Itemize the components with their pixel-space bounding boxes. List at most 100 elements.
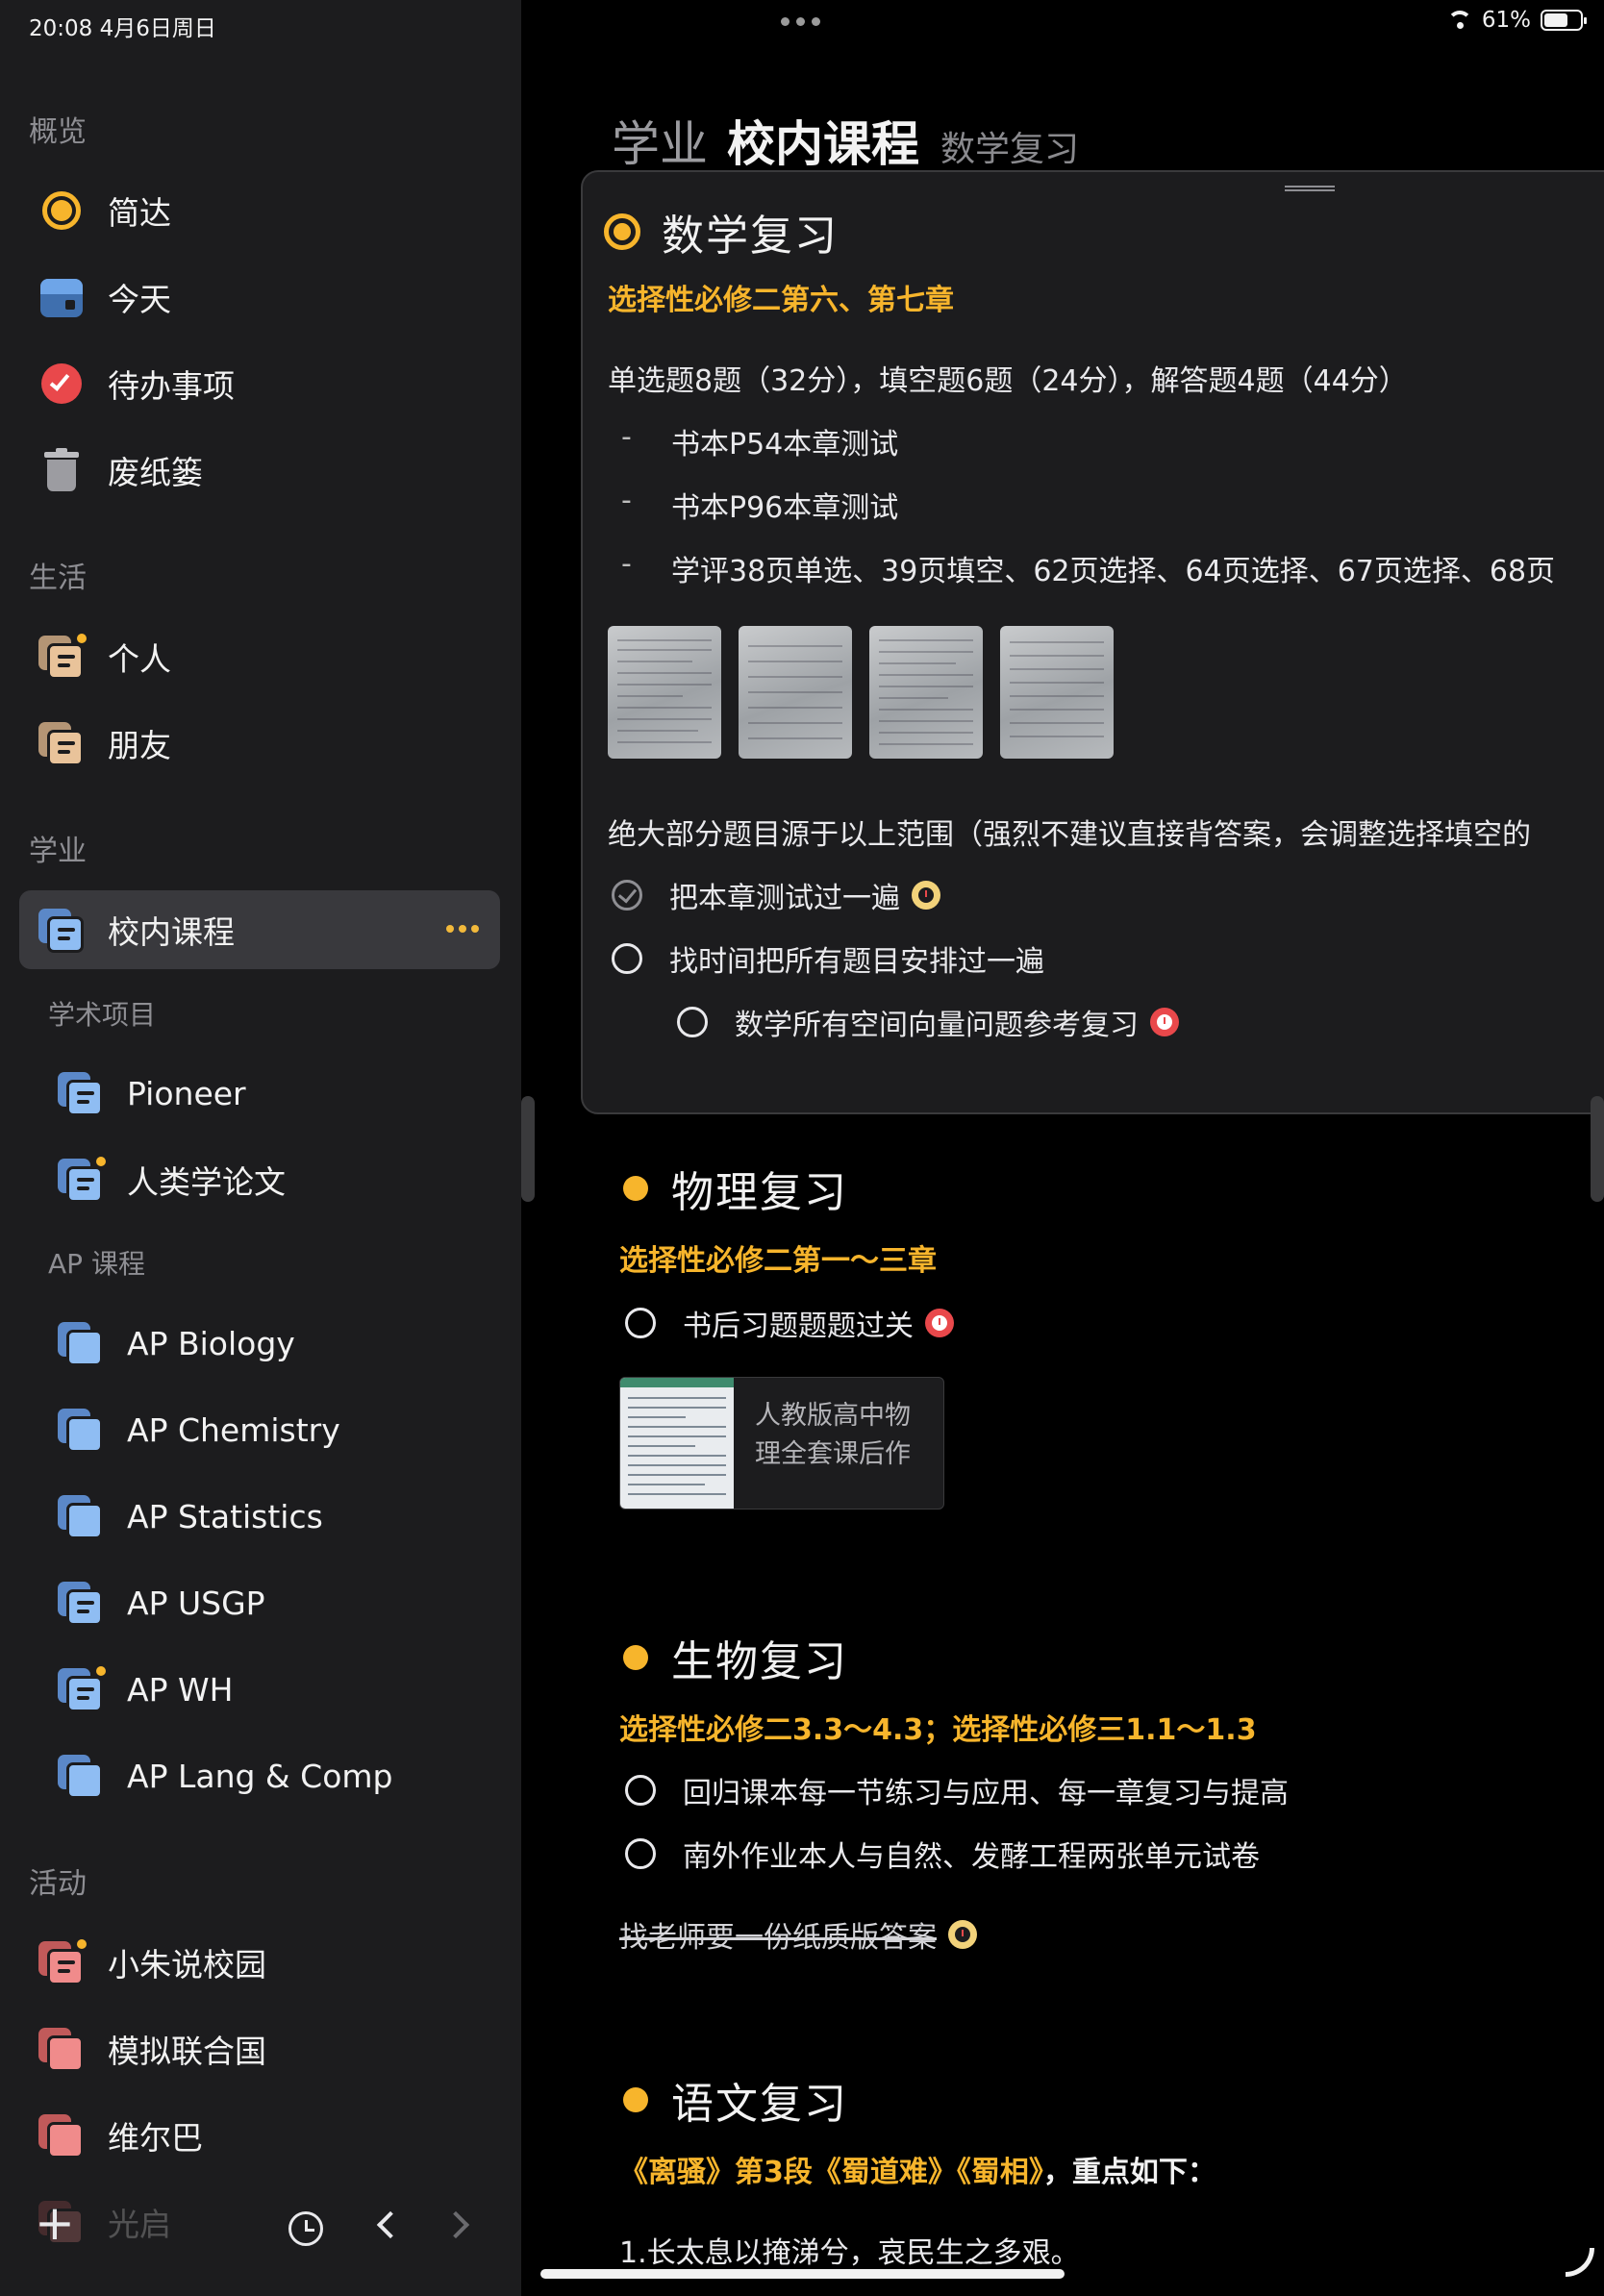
sidebar-item-anthropology-paper[interactable]: 人类学论文 <box>19 1140 500 1219</box>
more-options-icon[interactable] <box>446 925 479 933</box>
breadcrumb-area[interactable]: 学业 <box>612 106 708 175</box>
checkbox[interactable] <box>612 943 642 974</box>
project-card-math[interactable]: 数学复习 选择性必修二第六、第七章 单选题8题（32分），填空题6题（24分），… <box>581 170 1604 1114</box>
focus-ring-icon <box>604 213 640 250</box>
list-icon <box>58 1664 108 1712</box>
sidebar-item-label: 待办事项 <box>108 367 235 405</box>
sidebar-item-verba[interactable]: 维尔巴 <box>19 2096 500 2175</box>
history-button[interactable] <box>288 2211 323 2246</box>
highlight-text: 选择性必修二第一～三章 <box>619 1244 937 1278</box>
summary-text: 单选题8题（32分），填空题6题（24分），解答题4题（44分） <box>608 364 1408 398</box>
section-header-study[interactable]: 学业 <box>29 827 87 869</box>
todo-item[interactable]: 数学所有空间向量问题参考复习 <box>677 1001 1179 1043</box>
sidebar-item-ap-wh[interactable]: AP WH <box>19 1650 500 1729</box>
checkbox[interactable] <box>625 1308 656 1338</box>
pencil-icon[interactable] <box>1566 2248 1594 2277</box>
list-icon <box>38 907 85 953</box>
sidebar-item-today[interactable]: 今天 <box>19 258 500 337</box>
page-title[interactable]: 校内课程 <box>727 106 919 175</box>
sidebar-item-label: 人类学论文 <box>127 1163 286 1201</box>
struck-text: 找老师要一份纸质版答案 <box>619 1921 937 1955</box>
checkbox-checked[interactable] <box>612 880 642 911</box>
project-dot-icon <box>623 2087 648 2112</box>
sidebar-item-label: AP Chemistry <box>127 1410 340 1449</box>
project-heading-biology[interactable]: 生物复习 <box>617 1627 848 1688</box>
home-indicator[interactable] <box>540 2269 1065 2279</box>
sidebar-item-trash[interactable]: 废纸篓 <box>19 431 500 510</box>
forward-button[interactable] <box>441 2210 470 2239</box>
alarm-clock-icon <box>912 881 940 910</box>
section-header-ap-courses[interactable]: AP 课程 <box>48 1243 145 1282</box>
image-attachment[interactable] <box>608 626 721 759</box>
highlight-text: 《离骚》第3段《蜀道难》《蜀相》，重点如下： <box>619 2148 1216 2190</box>
struck-note[interactable]: 找老师要一份纸质版答案 <box>619 1913 977 1956</box>
project-heading-chinese[interactable]: 语文复习 <box>617 2069 848 2131</box>
sidebar-item-todo[interactable]: 待办事项 <box>19 344 500 423</box>
sidebar-item-personal[interactable]: 个人 <box>19 617 500 696</box>
file-preview <box>620 1378 734 1509</box>
section-header-activities[interactable]: 活动 <box>29 1859 87 1902</box>
image-attachment[interactable] <box>1000 626 1114 759</box>
todo-text: 南外作业本人与自然、发酵工程两张单元试卷 <box>683 1840 1260 1874</box>
split-view-handle[interactable] <box>521 1096 535 1202</box>
breadcrumb-project[interactable]: 数学复习 <box>940 121 1079 171</box>
badge-dot-icon <box>94 1664 108 1678</box>
checkbox[interactable] <box>625 1775 656 1806</box>
todo-item[interactable]: 南外作业本人与自然、发酵工程两张单元试卷 <box>625 1833 1260 1875</box>
highlight-tail: ，重点如下： <box>1042 2156 1216 2189</box>
sidebar-item-campus[interactable]: 小朱说校园 <box>19 1923 500 2002</box>
checkbox[interactable] <box>625 1838 656 1869</box>
todo-item[interactable]: 找时间把所有题目安排过一遍 <box>612 937 1044 980</box>
todo-item[interactable]: 回归课本每一节练习与应用、每一章复习与提高 <box>625 1769 1289 1811</box>
back-button[interactable] <box>373 2210 405 2239</box>
sidebar-item-ap-biology[interactable]: AP Biology <box>19 1304 500 1383</box>
todo-text: 书后习题题题过关 <box>683 1310 914 1343</box>
project-heading-physics[interactable]: 物理复习 <box>617 1158 848 1219</box>
checkbox[interactable] <box>677 1007 708 1037</box>
sidebar-item-mun[interactable]: 模拟联合国 <box>19 2009 500 2088</box>
list-icon <box>38 720 85 766</box>
list-item-text: 学评38页单选、39页填空、62页选择、64页选择、67页选择、68页 <box>671 555 1556 588</box>
todo-item[interactable]: 把本章测试过一遍 <box>612 874 940 916</box>
alarm-clock-icon <box>925 1309 954 1337</box>
todo-item[interactable]: 书后习题题题过关 <box>625 1302 954 1344</box>
sidebar-item-ap-statistics[interactable]: AP Statistics <box>19 1477 500 1556</box>
sidebar-item-label: 朋友 <box>108 727 171 764</box>
project-dot-icon <box>623 1176 648 1201</box>
sidebar-item-friends[interactable]: 朋友 <box>19 704 500 783</box>
sidebar-item-pioneer[interactable]: Pioneer <box>19 1054 500 1133</box>
section-header-academic-projects[interactable]: 学术项目 <box>48 994 156 1033</box>
list-icon <box>58 1070 104 1116</box>
sidebar-item-label: 废纸篓 <box>108 454 203 491</box>
add-list-button[interactable]: + <box>35 2199 75 2247</box>
chevron-right-icon <box>441 2210 470 2239</box>
verse-line: 1.长太息以掩涕兮，哀民生之多艰。 <box>619 2236 1080 2270</box>
sidebar-item-label: 维尔巴 <box>108 2119 203 2157</box>
sidebar-item-label: AP Lang & Comp <box>127 1757 393 1795</box>
image-attachment[interactable] <box>739 626 852 759</box>
multitask-dots-icon[interactable] <box>781 17 823 27</box>
sidebar: 20:08 4月6日周日 概览 简达 今天 待办事项 废纸篓 生活 个人 朋友 … <box>0 0 521 2296</box>
list-item: - 学评38页单选、39页填空、62页选择、64页选择、67页选择、68页 <box>621 547 1556 588</box>
scroll-handle[interactable] <box>1591 1096 1604 1202</box>
highlight-text: 选择性必修二第六、第七章 <box>608 284 954 317</box>
image-attachment[interactable] <box>869 626 983 759</box>
sidebar-item-school-courses[interactable]: 校内课程 <box>19 890 500 969</box>
drag-handle-icon[interactable] <box>1285 186 1335 191</box>
file-attachment[interactable]: 人教版高中物理全套课后作 <box>619 1377 944 1510</box>
project-heading-math[interactable]: 数学复习 <box>604 201 839 262</box>
section-header-life[interactable]: 生活 <box>29 554 87 596</box>
sidebar-item-ap-chemistry[interactable]: AP Chemistry <box>19 1390 500 1469</box>
breadcrumb: 学业 校内课程 数学复习 <box>612 106 1079 175</box>
clock-icon <box>288 2211 323 2246</box>
sidebar-item-focus[interactable]: 简达 <box>19 171 500 250</box>
list-item: - 书本P54本章测试 <box>621 420 899 462</box>
sidebar-item-label: 个人 <box>108 640 171 678</box>
sidebar-item-ap-lang[interactable]: AP Lang & Comp <box>19 1736 500 1815</box>
badge-dot-icon <box>75 1937 88 1951</box>
battery-icon <box>1541 10 1587 31</box>
sidebar-item-label: AP Biology <box>127 1324 295 1362</box>
list-icon <box>58 1753 104 1799</box>
section-header-overview[interactable]: 概览 <box>29 108 87 150</box>
sidebar-item-ap-usgp[interactable]: AP USGP <box>19 1563 500 1642</box>
